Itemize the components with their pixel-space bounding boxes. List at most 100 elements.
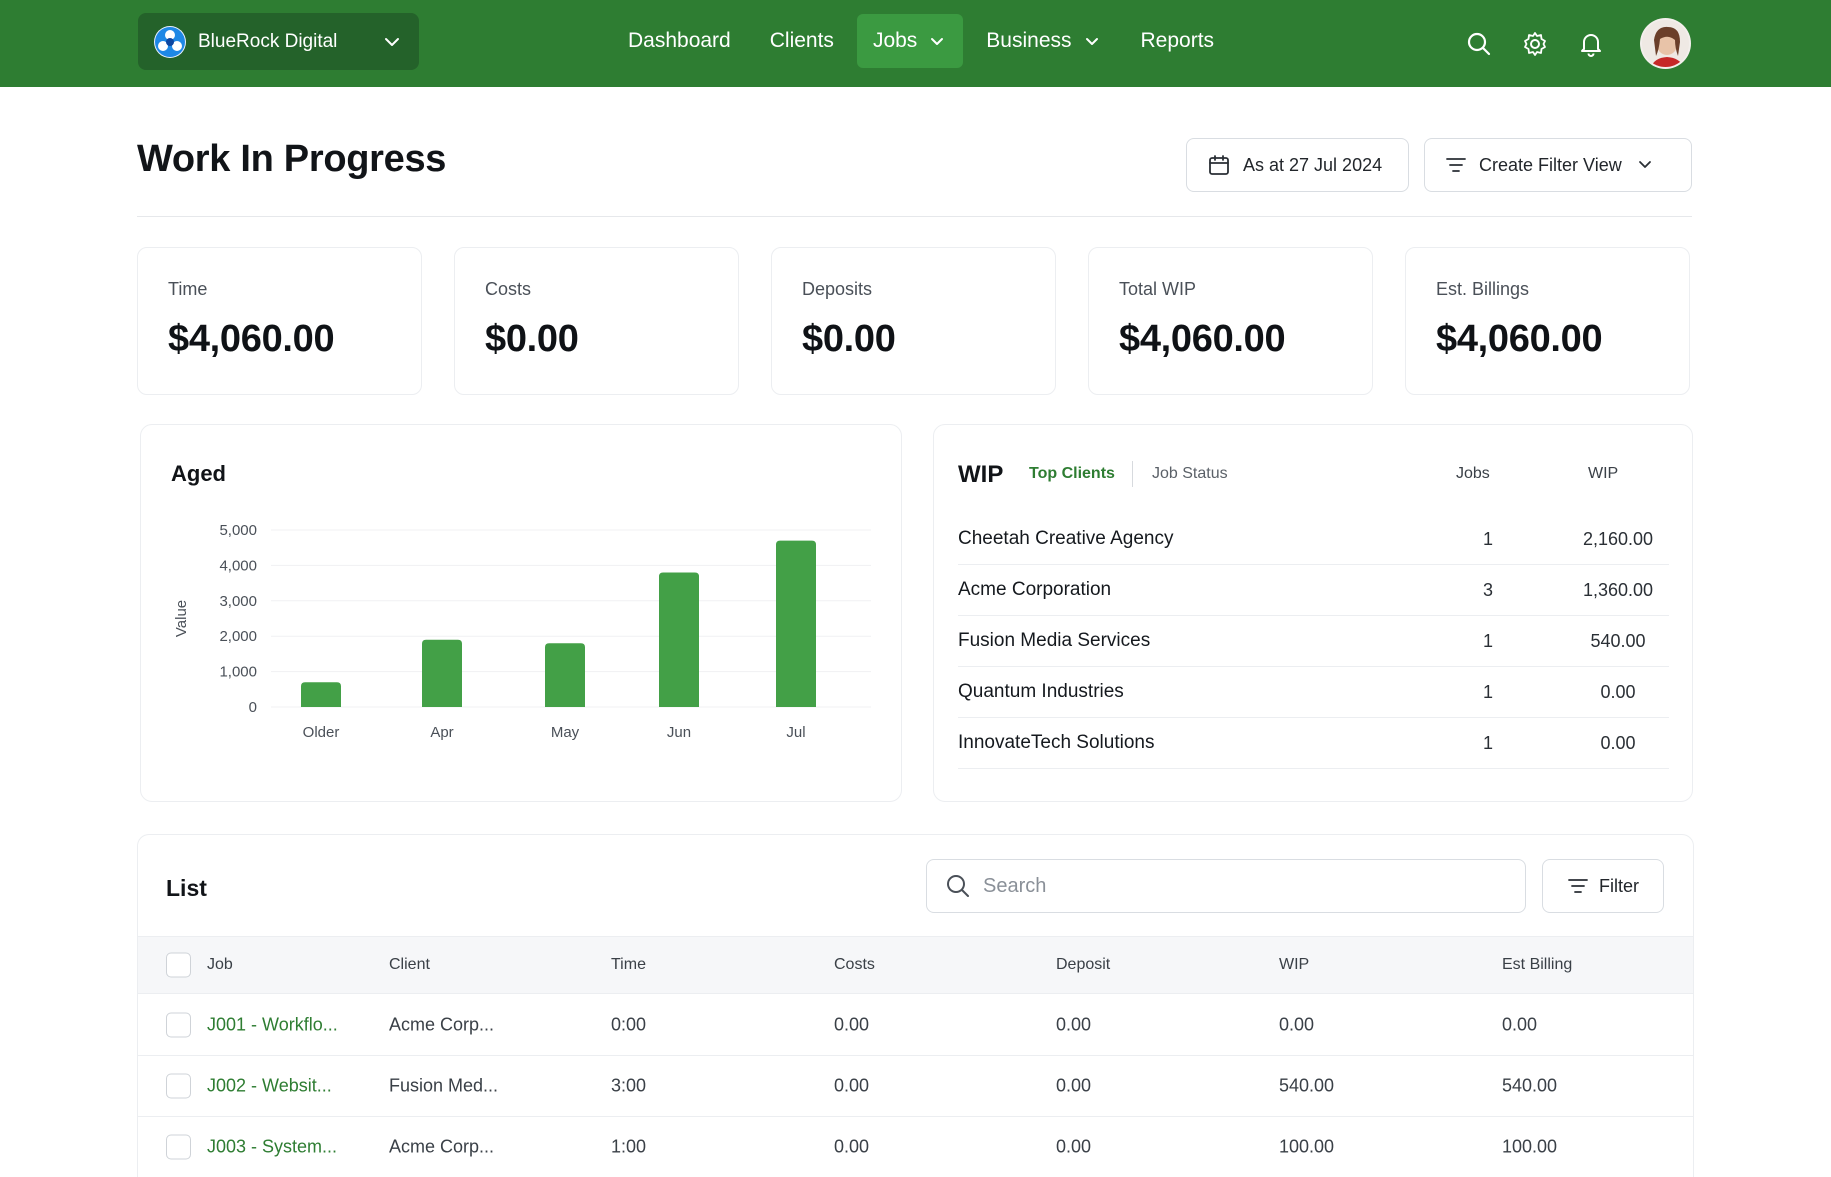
cell-time: 1:00 xyxy=(611,1136,647,1157)
cell-est-billing: 540.00 xyxy=(1502,1075,1558,1096)
col-client[interactable]: Client xyxy=(389,956,430,974)
wip-client-row[interactable]: InnovateTech Solutions 1 0.00 xyxy=(958,718,1669,769)
cell-client: Fusion Med... xyxy=(389,1075,499,1096)
x-tick-label: Jul xyxy=(786,724,805,741)
cell-deposit: 0.00 xyxy=(1056,1136,1092,1157)
cell-costs: 0.00 xyxy=(834,1075,870,1096)
col-est-billing[interactable]: Est Billing xyxy=(1502,956,1572,974)
wip-col-jobs: Jobs xyxy=(1456,465,1490,482)
stat-card-costs: Costs $0.00 xyxy=(454,247,739,395)
stat-card-time: Time $4,060.00 xyxy=(137,247,422,395)
stat-value: $4,060.00 xyxy=(1436,318,1603,360)
wip-client-jobs: 3 xyxy=(1482,580,1493,600)
y-axis-label: Value xyxy=(173,600,190,637)
org-switcher[interactable]: BlueRock Digital xyxy=(138,13,419,70)
chevron-down-icon xyxy=(1636,156,1654,174)
org-name: BlueRock Digital xyxy=(198,30,338,52)
org-logo xyxy=(154,25,186,58)
chevron-down-icon xyxy=(1082,31,1102,51)
row-checkbox[interactable] xyxy=(166,1012,191,1038)
create-filter-view-button[interactable]: Create Filter View xyxy=(1424,138,1692,192)
cell-time: 0:00 xyxy=(611,1014,647,1035)
tab-job-status[interactable]: Job Status xyxy=(1152,465,1228,483)
x-tick-label: Apr xyxy=(430,724,453,741)
nav-actions xyxy=(1438,0,1691,87)
wip-client-wip: 540.00 xyxy=(1590,631,1646,651)
cell-est-billing: 0.00 xyxy=(1502,1014,1538,1035)
search-input[interactable] xyxy=(983,874,1483,898)
select-all-checkbox[interactable] xyxy=(166,952,191,978)
cell-costs: 0.00 xyxy=(834,1136,870,1157)
bar-older xyxy=(301,682,341,707)
search-icon xyxy=(945,873,971,899)
row-checkbox[interactable] xyxy=(166,1134,191,1160)
search-box[interactable] xyxy=(926,859,1526,913)
user-avatar[interactable] xyxy=(1640,18,1691,69)
nav-dashboard[interactable]: Dashboard xyxy=(612,14,747,68)
gear-icon[interactable] xyxy=(1520,29,1550,59)
wip-client-row[interactable]: Acme Corporation 3 1,360.00 xyxy=(958,565,1669,616)
stat-card-total-wip: Total WIP $4,060.00 xyxy=(1088,247,1373,395)
calendar-icon xyxy=(1207,153,1231,177)
nav-reports-label: Reports xyxy=(1140,29,1215,52)
row-checkbox[interactable] xyxy=(166,1073,191,1099)
stat-value: $0.00 xyxy=(802,318,896,360)
table-row[interactable]: J002 - Websit... Fusion Med... 3:00 0.00… xyxy=(138,1056,1693,1117)
col-deposit[interactable]: Deposit xyxy=(1056,956,1110,974)
page-title: Work In Progress xyxy=(137,138,447,180)
wip-client-wip: 2,160.00 xyxy=(1582,529,1654,549)
y-tick-label: 4,000 xyxy=(219,557,257,574)
tab-top-clients[interactable]: Top Clients xyxy=(1029,465,1115,483)
col-time[interactable]: Time xyxy=(611,956,646,974)
nav-clients[interactable]: Clients xyxy=(754,14,850,68)
aged-bar-chart: 0 1,000 2,000 3,000 4,000 5,000 Value Older Apr M… xyxy=(173,522,871,741)
nav-clients-label: Clients xyxy=(769,29,834,52)
wip-client-name: Fusion Media Services xyxy=(958,630,1151,651)
wip-client-row[interactable]: Fusion Media Services 1 540.00 xyxy=(958,616,1669,667)
wip-panel: WIP Top Clients Job Status Jobs WIP Chee… xyxy=(933,424,1693,802)
nav-business[interactable]: Business xyxy=(970,14,1117,68)
wip-client-row[interactable]: Quantum Industries 1 0.00 xyxy=(958,667,1669,718)
filter-button[interactable]: Filter xyxy=(1542,859,1664,913)
job-link[interactable]: J003 - System... xyxy=(207,1137,337,1158)
wip-client-name: Cheetah Creative Agency xyxy=(958,528,1174,549)
col-costs[interactable]: Costs xyxy=(834,956,875,974)
chevron-down-icon xyxy=(927,31,947,51)
cell-deposit: 0.00 xyxy=(1056,1075,1092,1096)
wip-client-row[interactable]: Cheetah Creative Agency 1 2,160.00 xyxy=(958,514,1669,565)
col-wip[interactable]: WIP xyxy=(1279,956,1309,974)
table-row[interactable]: J001 - Workflo... Acme Corp... 0:00 0.00… xyxy=(138,995,1693,1056)
nav-reports[interactable]: Reports xyxy=(1125,14,1231,68)
stat-label: Deposits xyxy=(802,279,873,299)
stat-label: Time xyxy=(168,279,208,299)
wip-client-jobs: 1 xyxy=(1482,682,1493,702)
filter-button-label: Filter xyxy=(1599,875,1639,896)
y-tick-label: 2,000 xyxy=(219,628,257,645)
bell-icon[interactable] xyxy=(1576,29,1606,59)
wip-client-wip: 1,360.00 xyxy=(1582,580,1654,600)
table-row[interactable]: J003 - System... Acme Corp... 1:00 0.00 … xyxy=(138,1117,1693,1177)
cell-deposit: 0.00 xyxy=(1056,1014,1092,1035)
nav-jobs-label: Jobs xyxy=(872,29,918,52)
nav-jobs[interactable]: Jobs xyxy=(856,14,964,68)
filter-lines-icon xyxy=(1567,875,1589,897)
bar-jun xyxy=(659,572,699,707)
cell-time: 3:00 xyxy=(611,1075,647,1096)
cell-est-billing: 100.00 xyxy=(1502,1136,1558,1157)
bar-apr xyxy=(422,639,462,707)
stat-label: Est. Billings xyxy=(1436,279,1530,299)
filter-lines-icon xyxy=(1445,154,1467,176)
stat-label: Total WIP xyxy=(1119,279,1197,299)
job-link[interactable]: J001 - Workflo... xyxy=(207,1015,338,1036)
stat-label: Costs xyxy=(485,279,532,299)
col-job[interactable]: Job xyxy=(207,956,233,974)
as-at-date-label: As at 27 Jul 2024 xyxy=(1243,154,1383,175)
x-tick-label: May xyxy=(551,724,580,741)
wip-client-jobs: 1 xyxy=(1482,733,1493,753)
job-link[interactable]: J002 - Websit... xyxy=(207,1076,332,1097)
as-at-date-button[interactable]: As at 27 Jul 2024 xyxy=(1186,138,1409,192)
cell-costs: 0.00 xyxy=(834,1014,870,1035)
cell-wip: 540.00 xyxy=(1279,1075,1335,1096)
search-icon[interactable] xyxy=(1464,29,1494,59)
cell-client: Acme Corp... xyxy=(389,1136,495,1157)
